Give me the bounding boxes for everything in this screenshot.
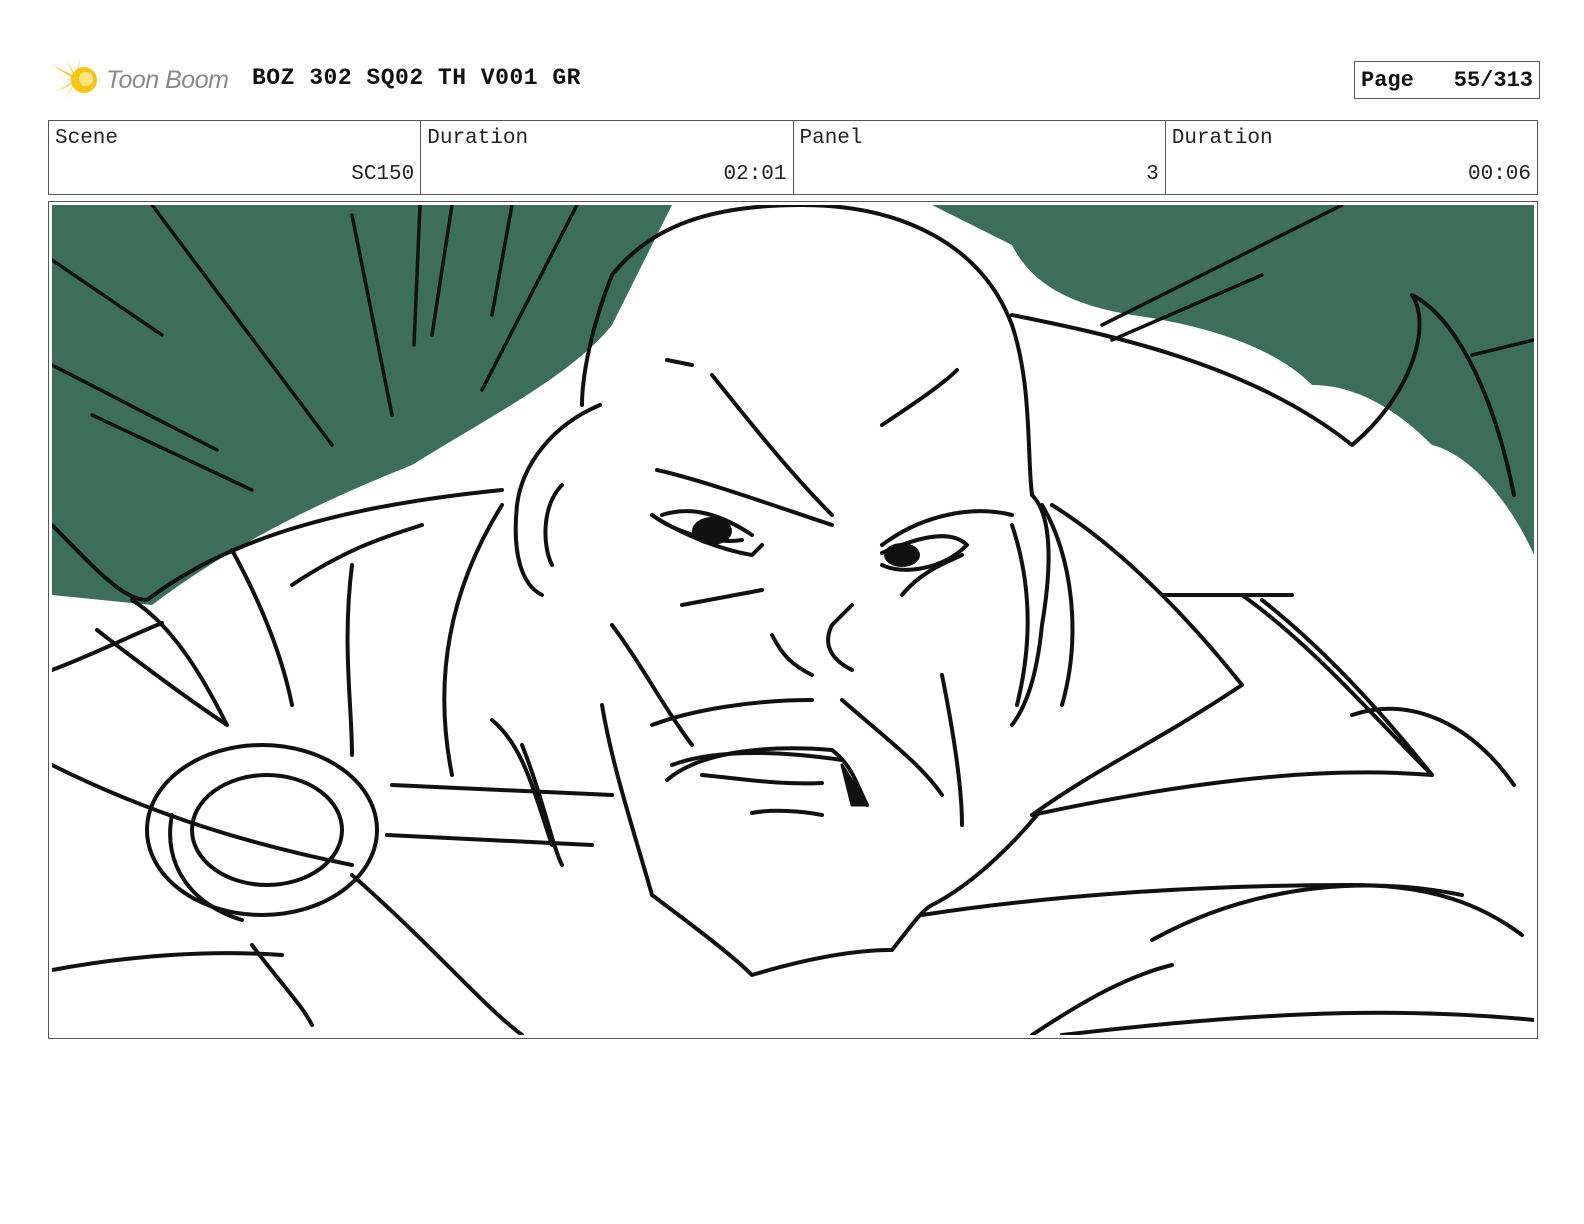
panel-sketch	[52, 205, 1534, 1035]
cloak-clasp	[145, 743, 379, 922]
storyboard-header: Toon Boom BOZ 302 SQ02 TH V001 GR Page 5…	[50, 55, 1540, 105]
scene-value: SC150	[351, 163, 415, 186]
page-indicator: Page 55/313	[1354, 61, 1540, 99]
panel-label: Panel	[799, 127, 863, 150]
scene-info-table: Scene SC150 Duration 02:01 Panel 3 Durat…	[48, 120, 1538, 195]
page-label: Page	[1361, 67, 1414, 93]
scene-cell: Scene SC150	[49, 121, 422, 194]
toon-boom-logo: Toon Boom	[50, 55, 240, 105]
logo-text: Toon Boom	[106, 65, 229, 94]
storyboard-panel	[48, 201, 1538, 1039]
panel-duration-value: 00:06	[1467, 163, 1531, 186]
panel-duration-label: Duration	[1171, 127, 1273, 150]
panel-value: 3	[1146, 163, 1159, 186]
scene-label: Scene	[55, 127, 119, 150]
character-face	[490, 358, 1039, 977]
scene-duration-value: 02:01	[723, 163, 787, 186]
panel-cell: Panel 3	[794, 121, 1166, 194]
panel-duration-cell: Duration 00:06	[1166, 121, 1537, 194]
scene-duration-cell: Duration 02:01	[421, 121, 794, 194]
page-number: 55/313	[1453, 67, 1533, 93]
document-title: BOZ 302 SQ02 TH V001 GR	[252, 65, 581, 91]
background-green-shape	[52, 205, 1534, 605]
starburst-icon	[50, 57, 97, 101]
scene-duration-label: Duration	[427, 127, 529, 150]
